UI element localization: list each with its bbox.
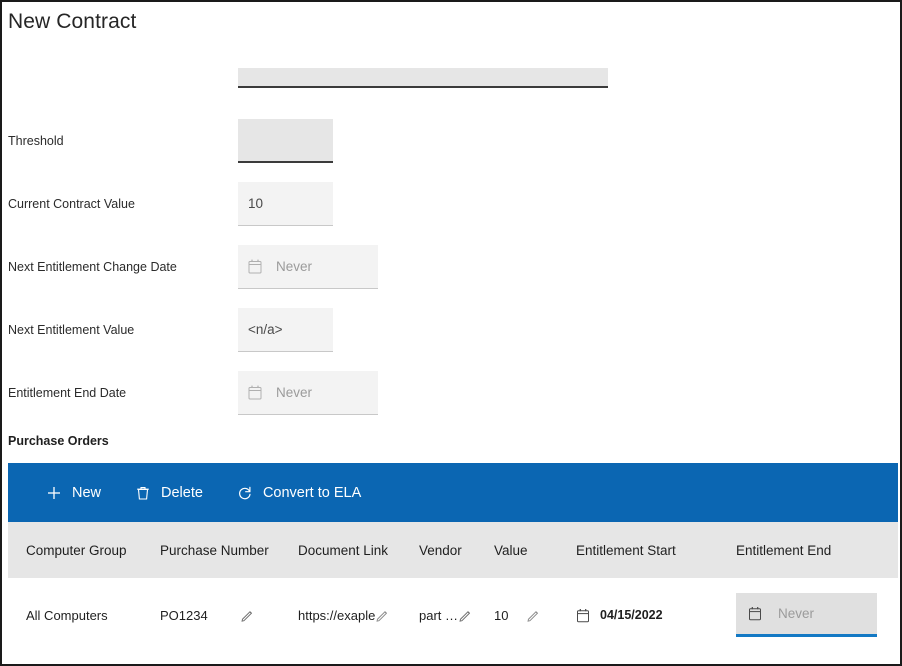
- form-field-label: Threshold: [8, 133, 64, 148]
- field-value: 10: [248, 195, 264, 211]
- cell-entitlement-start[interactable]: 04/15/2022: [564, 608, 724, 623]
- edit-purchase-number-icon[interactable]: [240, 608, 255, 623]
- column-header-entitlement-end[interactable]: Entitlement End: [724, 543, 898, 558]
- grid-header-row: Computer Group Purchase Number Document …: [8, 522, 898, 578]
- cell-purchase-number: PO1234: [142, 608, 286, 623]
- cell-value: 10: [482, 608, 564, 623]
- form-field-label: Entitlement End Date: [8, 385, 127, 400]
- calendar-icon: [248, 385, 262, 399]
- cell-vendor-text: part …: [419, 607, 459, 623]
- refresh-icon: [239, 486, 251, 499]
- table-row[interactable]: All Computers PO1234 https://exaple part…: [8, 578, 898, 652]
- entitlement-end-date-field: Never: [238, 370, 378, 415]
- form-row: Next Entitlement Value <n/a>: [2, 298, 900, 361]
- form-row: Next Entitlement Change Date Never: [2, 235, 900, 298]
- cell-computer-group: All Computers: [8, 608, 142, 623]
- edit-vendor-icon[interactable]: [458, 608, 473, 623]
- cell-computer-group-text: All Computers: [26, 607, 108, 623]
- next-entitlement-value-field: <n/a>: [238, 307, 333, 352]
- convert-to-ela-button[interactable]: Convert to ELA: [235, 481, 363, 505]
- contract-name-field[interactable]: [238, 67, 608, 88]
- calendar-icon: [248, 259, 262, 273]
- calendar-icon: [577, 608, 589, 622]
- cell-value-text: 10: [494, 607, 509, 623]
- edit-value-icon[interactable]: [526, 608, 541, 623]
- threshold-field[interactable]: [238, 118, 333, 163]
- form-field-label: Next Entitlement Value: [8, 322, 135, 337]
- next-entitlement-change-date-field: Never: [238, 244, 378, 289]
- column-header-computer-group[interactable]: Computer Group: [8, 543, 142, 558]
- entitlement-end-date-input[interactable]: Never: [736, 593, 877, 637]
- cell-document-link-text: https://exaple: [298, 607, 376, 623]
- new-button-label: New: [72, 484, 102, 501]
- cell-purchase-number-text: PO1234: [160, 607, 208, 623]
- purchase-orders-section-title: Purchase Orders: [8, 434, 109, 448]
- form-row: Threshold: [2, 109, 900, 172]
- column-header-document-link[interactable]: Document Link: [286, 543, 407, 558]
- cell-document-link: https://exaple: [286, 608, 407, 623]
- form-field-label: Next Entitlement Change Date: [8, 259, 177, 274]
- purchase-orders-grid: New Delete Convert to ELA Computer Group…: [8, 463, 898, 652]
- plus-icon: [48, 486, 60, 499]
- current-contract-value-field: 10: [238, 181, 333, 226]
- column-header-entitlement-start[interactable]: Entitlement Start: [564, 543, 724, 558]
- delete-button[interactable]: Delete: [133, 481, 205, 505]
- edit-document-link-icon[interactable]: [375, 608, 390, 623]
- form-row: Entitlement End Date Never: [2, 361, 900, 424]
- form-row: Current Contract Value 10: [2, 172, 900, 235]
- column-header-purchase-number[interactable]: Purchase Number: [142, 543, 286, 558]
- cell-vendor: part …: [407, 608, 482, 623]
- convert-to-ela-button-label: Convert to ELA: [262, 484, 362, 501]
- cell-entitlement-start-text: 04/15/2022: [600, 608, 663, 622]
- calendar-icon: [749, 607, 761, 621]
- contract-form: Threshold Current Contract Value 10 Next…: [2, 46, 900, 424]
- field-value: <n/a>: [248, 321, 283, 337]
- new-button[interactable]: New: [44, 481, 103, 505]
- cell-entitlement-end: Never: [724, 593, 898, 637]
- field-placeholder: Never: [276, 258, 313, 274]
- delete-button-label: Delete: [161, 484, 203, 501]
- page-title: New Contract: [8, 10, 137, 33]
- form-field-label: Current Contract Value: [8, 196, 135, 211]
- trash-icon: [137, 486, 149, 500]
- entitlement-end-placeholder: Never: [778, 606, 815, 621]
- form-row: [2, 46, 900, 109]
- field-placeholder: Never: [276, 384, 313, 400]
- column-header-value[interactable]: Value: [482, 543, 564, 558]
- purchase-orders-toolbar: New Delete Convert to ELA: [8, 463, 898, 522]
- new-contract-page: New Contract Threshold Current Contract …: [0, 0, 902, 666]
- column-header-vendor[interactable]: Vendor: [407, 543, 482, 558]
